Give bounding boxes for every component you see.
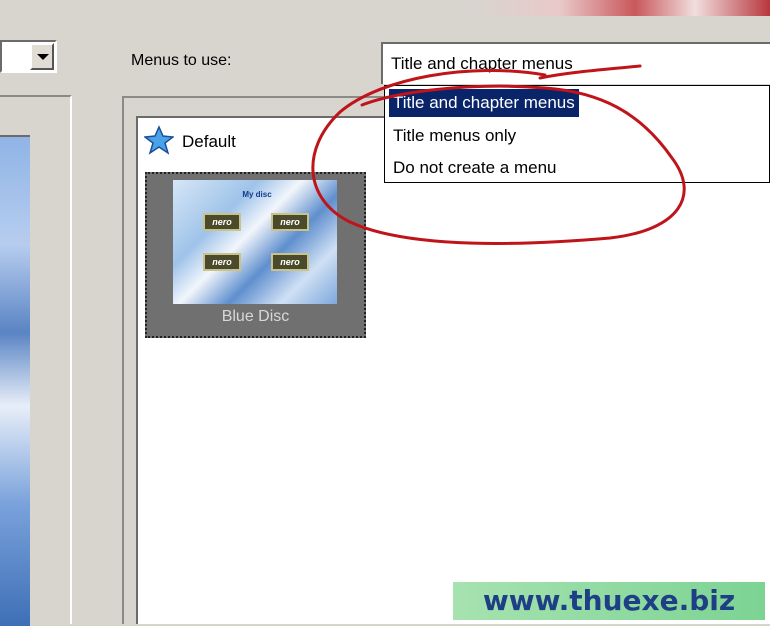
thumbnail-button: nero <box>271 213 309 231</box>
left-combo-box[interactable] <box>0 40 57 73</box>
dropdown-option-no-menu[interactable]: Do not create a menu <box>389 154 560 182</box>
template-caption: Blue Disc <box>221 308 290 325</box>
background-art-strip <box>470 0 770 16</box>
watermark: www.thuexe.biz <box>453 582 765 620</box>
menus-to-use-combo[interactable]: Title and chapter menus <box>381 42 770 84</box>
category-label: Default <box>182 132 236 151</box>
dropdown-option-title-and-chapter[interactable]: Title and chapter menus <box>389 89 579 117</box>
star-icon <box>144 125 174 155</box>
template-category-header[interactable]: Default <box>138 120 378 160</box>
dropdown-option-title-only[interactable]: Title menus only <box>389 122 520 150</box>
thumbnail-title: My disc <box>242 190 272 199</box>
chevron-down-icon[interactable] <box>30 43 54 70</box>
template-thumbnail-blue-disc[interactable]: My disc nero nero nero nero Blue Disc <box>145 172 366 338</box>
thumbnail-button: nero <box>203 253 241 271</box>
menus-combo-value: Title and chapter menus <box>391 54 573 73</box>
menus-dropdown-list[interactable]: Title and chapter menus Title menus only… <box>384 85 770 183</box>
menus-to-use-label: Menus to use: <box>131 52 232 69</box>
thumbnail-button: nero <box>271 253 309 271</box>
preview-image <box>0 135 30 626</box>
thumbnail-button: nero <box>203 213 241 231</box>
template-preview-image: My disc nero nero nero nero <box>173 180 337 304</box>
